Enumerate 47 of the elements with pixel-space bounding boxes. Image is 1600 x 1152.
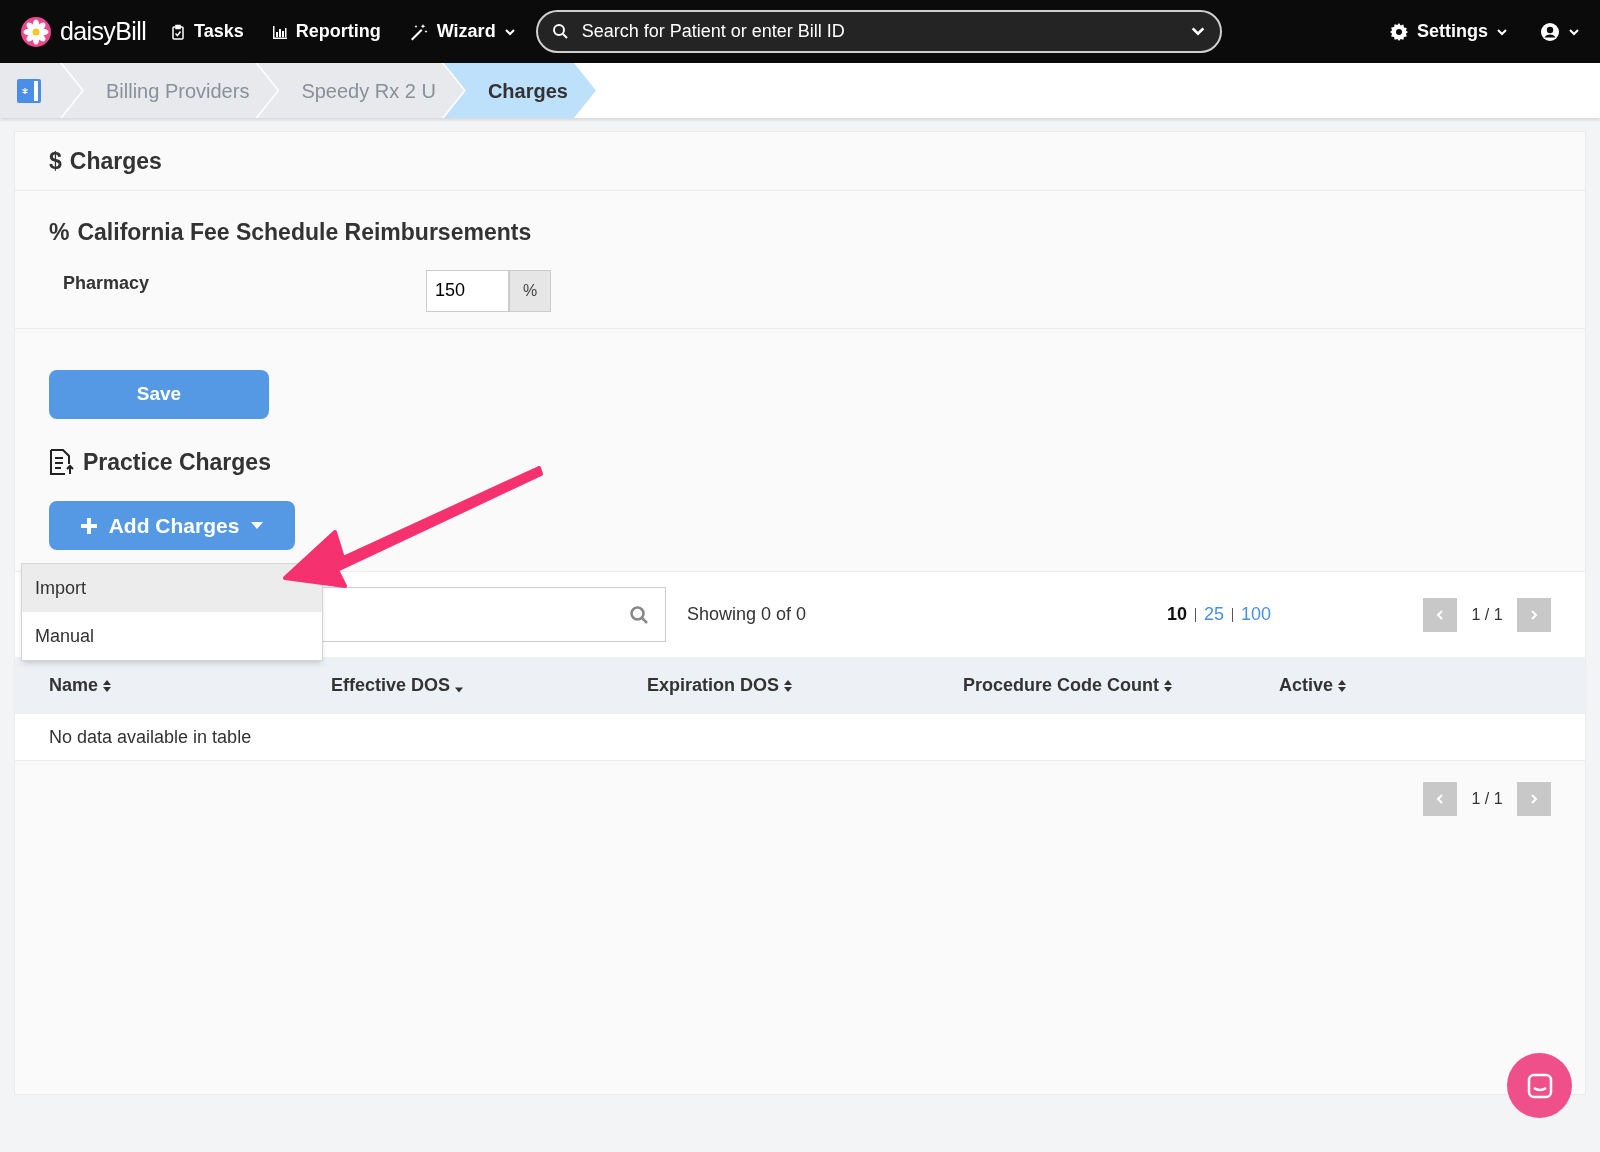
percent-addon: % (509, 269, 551, 312)
page-size-option[interactable]: 10 (1166, 601, 1187, 628)
settings-icon (1389, 21, 1409, 42)
search-icon (551, 23, 568, 39)
percentage-input[interactable]: 150 (426, 269, 509, 312)
user-menu-button[interactable] (1540, 21, 1580, 42)
chevron-right-icon (1528, 608, 1540, 621)
nav-link[interactable]: Reporting (271, 18, 381, 45)
menu-item[interactable]: Manual (22, 612, 322, 660)
next-page-button[interactable] (1517, 597, 1551, 632)
brand-name[interactable]: daisyBill (60, 12, 147, 51)
home-breadcrumb[interactable] (0, 63, 82, 118)
column-header[interactable]: Active (1279, 672, 1551, 699)
page-title: $ Charges (49, 146, 162, 176)
search-icon (629, 604, 649, 625)
next-page-button[interactable] (1517, 782, 1551, 816)
clipboard-check-icon (170, 23, 187, 40)
chevron-left-icon (1434, 793, 1446, 805)
previous-page-button[interactable] (1423, 597, 1457, 632)
section-heading: Practice Charges (49, 444, 1551, 479)
page-indicator: 1 / 1 (1470, 604, 1504, 625)
breadcrumb-item[interactable]: Charges (443, 63, 596, 118)
results-count: Showing 0 of 0 (687, 603, 807, 626)
column-header[interactable]: Procedure Code Count (963, 672, 1279, 699)
column-header[interactable]: Effective DOS (331, 672, 647, 699)
column-header[interactable]: Name (49, 672, 331, 699)
flower-logo-icon (20, 15, 52, 48)
section-heading: % California Fee Schedule Reimbursements (49, 218, 533, 247)
previous-page-button[interactable] (1423, 782, 1457, 816)
menu-item[interactable]: Import (22, 564, 322, 612)
patient-search-field[interactable]: Search for Patient or enter Bill ID (535, 10, 1222, 53)
page-indicator: 1 / 1 (1470, 789, 1504, 809)
nav-link[interactable]: Tasks (170, 18, 244, 45)
nav-link[interactable]: Wizard (408, 18, 516, 45)
plus-icon (80, 517, 97, 534)
document-icon (49, 447, 75, 476)
chevron-right-icon (1528, 793, 1540, 805)
empty-table-message: No data available in table (49, 725, 252, 749)
column-header[interactable]: Expiration DOS (647, 672, 963, 699)
bar-chart-icon (271, 23, 288, 40)
caret-down-icon (251, 521, 264, 530)
settings-menu[interactable]: Settings (1389, 18, 1508, 45)
user-avatar-icon (1540, 21, 1560, 42)
chat-icon (1525, 1071, 1554, 1100)
id-card-icon (16, 77, 42, 104)
chevron-left-icon (1434, 608, 1446, 621)
field-label: Pharmacy (63, 271, 151, 295)
